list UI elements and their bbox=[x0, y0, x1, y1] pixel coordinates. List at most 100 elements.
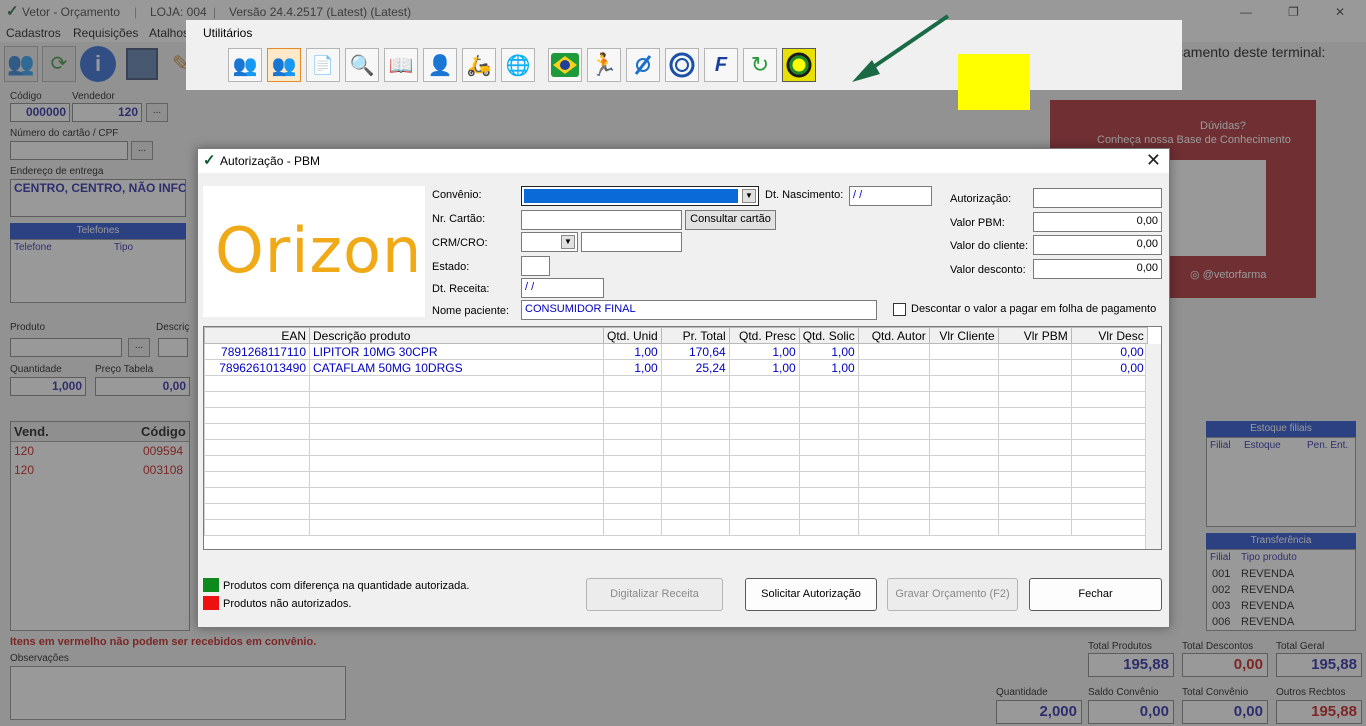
consultar-cartao-button[interactable]: Consultar cartão bbox=[685, 210, 776, 230]
estoque-grid[interactable]: Filial Estoque Pen. Ent. bbox=[1206, 437, 1356, 527]
vetor-logo-icon: ✓ bbox=[203, 152, 216, 169]
legend-red-swatch bbox=[203, 596, 219, 610]
total-convenio: 0,00 bbox=[1182, 700, 1268, 724]
search-icon[interactable]: 🔍 bbox=[345, 48, 379, 82]
codigo-field[interactable]: 000000 bbox=[10, 103, 70, 122]
products-grid[interactable]: EAN Descrição produto Qtd. Unid Pr. Tota… bbox=[203, 326, 1162, 550]
menu-atalhos[interactable]: Atalhos bbox=[149, 26, 189, 40]
dt-nascimento-field[interactable]: / / bbox=[849, 186, 932, 206]
saldo-convenio: 0,00 bbox=[1088, 700, 1174, 724]
user-icon[interactable]: 👤 bbox=[423, 48, 457, 82]
autorizacao-field[interactable] bbox=[1033, 188, 1162, 208]
table-row: 120 bbox=[14, 463, 35, 477]
brazil-flag-icon[interactable] bbox=[548, 48, 582, 82]
clients-icon[interactable]: 👥 bbox=[228, 48, 262, 82]
col-qtd-solic[interactable]: Qtd. Solic bbox=[798, 327, 859, 344]
col-vlr-pbm[interactable]: Vlr PBM bbox=[997, 327, 1072, 344]
orizon-pbm-icon[interactable] bbox=[782, 48, 816, 82]
book-icon[interactable]: 📖 bbox=[384, 48, 418, 82]
produto-field[interactable] bbox=[10, 338, 122, 357]
col-qtd-autor[interactable]: Qtd. Autor bbox=[857, 327, 930, 344]
pharma-link-icon[interactable] bbox=[626, 48, 660, 82]
crm-cro-select[interactable]: ▼ bbox=[521, 232, 578, 252]
info-icon[interactable]: i bbox=[80, 46, 116, 82]
dialog-title-bar: ✓ Autorização - PBM ✕ bbox=[198, 149, 1169, 173]
descontar-checkbox[interactable] bbox=[893, 303, 906, 316]
fechar-button[interactable]: Fechar bbox=[1029, 578, 1162, 611]
total-produtos: 195,88 bbox=[1088, 653, 1174, 677]
instagram-icon: ◎ @vetorfarma bbox=[1190, 269, 1267, 281]
app-version: Versão 24.4.2517 (Latest) (Latest) bbox=[229, 5, 412, 19]
recycle-icon[interactable]: ↻ bbox=[743, 48, 777, 82]
col-qtd-unid[interactable]: Qtd. Unid bbox=[603, 327, 662, 344]
funcional-icon[interactable]: F bbox=[704, 48, 738, 82]
quantidade-field[interactable]: 1,000 bbox=[10, 377, 86, 396]
grid-scrollbar[interactable] bbox=[1145, 344, 1161, 549]
spiral-icon[interactable] bbox=[665, 48, 699, 82]
users-icon[interactable]: 👥 bbox=[4, 46, 38, 82]
outros-recebtos: 195,88 bbox=[1276, 700, 1362, 724]
table-row[interactable]: 7891268117110 LIPITOR 10MG 30CPR 1,00 17… bbox=[204, 343, 1148, 360]
orizon-logo: Orizon bbox=[203, 186, 425, 317]
quantidade-total: 2,000 bbox=[996, 700, 1082, 724]
produto-search-button[interactable]: ... bbox=[128, 338, 150, 357]
vetor-logo-icon: ✓ bbox=[6, 3, 19, 20]
observacoes-field[interactable] bbox=[10, 666, 346, 720]
documents-icon[interactable]: 📄 bbox=[306, 48, 340, 82]
dt-receita-field[interactable]: / / bbox=[521, 278, 604, 298]
chevron-down-icon: ▼ bbox=[742, 189, 756, 203]
items-grid[interactable]: Vend. Código 120 009594 120 003108 bbox=[10, 421, 190, 631]
cartao-search-button[interactable]: ... bbox=[131, 141, 153, 160]
qr-code-icon bbox=[1170, 160, 1266, 256]
convenio-select[interactable]: ▼ bbox=[521, 186, 759, 206]
valor-desconto-field: 0,00 bbox=[1033, 259, 1162, 279]
gravar-orcamento-button[interactable]: Gravar Orçamento (F2) bbox=[887, 578, 1018, 611]
sync-icon[interactable]: ⟳ bbox=[42, 46, 76, 82]
vendedor-field[interactable]: 120 bbox=[72, 103, 142, 122]
cartao-field[interactable] bbox=[10, 141, 128, 160]
delivery-icon[interactable]: 🛵 bbox=[462, 48, 496, 82]
col-vlr-desc[interactable]: Vlr Desc bbox=[1070, 327, 1148, 344]
table-row: 120 bbox=[14, 444, 35, 458]
close-icon[interactable]: ✕ bbox=[1146, 150, 1161, 171]
nr-cartao-field[interactable] bbox=[521, 210, 682, 230]
main-toolbar-window: Utilitários 👥 👥 📄 🔍 📖 👤 🛵 🌐 🏃 F ↻ bbox=[186, 14, 1182, 110]
valor-pbm-field: 0,00 bbox=[1033, 212, 1162, 232]
app-title: Vetor - Orçamento bbox=[22, 5, 121, 19]
legend-green-text: Produtos com diferença na quantidade aut… bbox=[223, 580, 470, 592]
col-ean[interactable]: EAN bbox=[204, 327, 310, 344]
digitalizar-receita-button[interactable]: Digitalizar Receita bbox=[586, 578, 723, 611]
maximize-icon[interactable]: ❐ bbox=[1288, 5, 1299, 19]
valor-cliente-field: 0,00 bbox=[1033, 235, 1162, 255]
col-descricao[interactable]: Descrição produto bbox=[309, 327, 604, 344]
transferencia-grid[interactable]: Filial Tipo produto 001 REVENDA 002 REVE… bbox=[1206, 549, 1356, 631]
table-row[interactable]: 7896261013490 CATAFLAM 50MG 10DRGS 1,00 … bbox=[204, 359, 1148, 376]
minimize-icon[interactable]: — bbox=[1240, 5, 1252, 19]
vendedor-search-button[interactable]: ... bbox=[146, 103, 168, 122]
runner-icon[interactable]: 🏃 bbox=[587, 48, 621, 82]
sellers-icon[interactable]: 👥 bbox=[267, 48, 301, 82]
endereco-field[interactable]: CENTRO, CENTRO, NÃO INFORM bbox=[10, 179, 186, 217]
legend-red-text: Produtos não autorizados. bbox=[223, 598, 352, 610]
crm-number-field[interactable] bbox=[581, 232, 682, 252]
menu-cadastros[interactable]: Cadastros bbox=[6, 26, 61, 40]
list-item: 001 bbox=[1212, 568, 1231, 580]
col-qtd-presc[interactable]: Qtd. Presc bbox=[728, 327, 800, 344]
menu-requisicoes[interactable]: Requisições bbox=[73, 26, 138, 40]
close-icon[interactable]: ✕ bbox=[1335, 5, 1345, 19]
telefones-grid[interactable]: Telefone Tipo bbox=[10, 239, 186, 303]
web-cart-icon[interactable]: 🌐 bbox=[501, 48, 535, 82]
save-icon[interactable] bbox=[126, 48, 158, 80]
descricao-field[interactable] bbox=[158, 338, 188, 357]
col-vlr-cliente[interactable]: Vlr Cliente bbox=[928, 327, 999, 344]
pointer-arrow-icon bbox=[852, 14, 950, 82]
app-loja: LOJA: 004 bbox=[150, 5, 207, 19]
list-item: 006 bbox=[1212, 616, 1231, 628]
estado-field[interactable] bbox=[521, 256, 550, 276]
solicitar-autorizacao-button[interactable]: Solicitar Autorização bbox=[745, 578, 877, 611]
col-pr-total[interactable]: Pr. Total bbox=[660, 327, 730, 344]
nome-paciente-field[interactable]: CONSUMIDOR FINAL bbox=[521, 300, 877, 320]
descontar-label: Descontar o valor a pagar em folha de pa… bbox=[911, 303, 1157, 315]
chevron-down-icon: ▼ bbox=[561, 235, 575, 249]
menu-utilitarios[interactable]: Utilitários bbox=[203, 26, 252, 40]
